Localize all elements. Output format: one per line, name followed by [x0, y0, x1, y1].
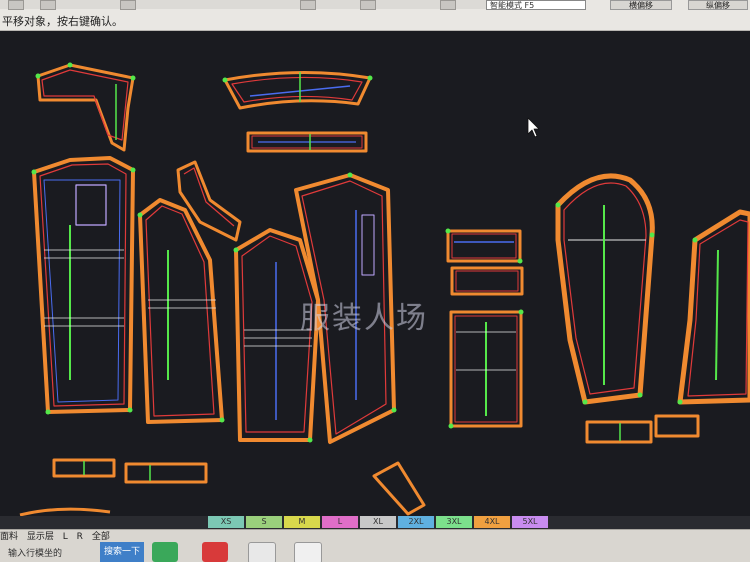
monitor-screen: 平移对象，按右键确认。 智能模式 F5 横偏移 纵偏移 服装人场 XS S M …	[0, 0, 750, 562]
pattern-piece-strip-a	[52, 458, 116, 478]
pattern-piece-sleeve-right	[677, 209, 750, 405]
pattern-piece-collar	[36, 63, 135, 152]
size-chip[interactable]: 5XL	[512, 516, 548, 528]
pattern-piece-front	[32, 156, 135, 414]
tool-icon[interactable]	[120, 0, 136, 10]
bottom-panel: 面料 显示层 L R 全部 输入行模坐的 搜索一下	[0, 529, 750, 562]
pattern-piece-pocket-b	[450, 266, 524, 296]
tab-fabric[interactable]: 面料	[0, 532, 18, 542]
size-chip[interactable]: XL	[360, 516, 396, 528]
watermark: 服装人场	[300, 301, 428, 336]
app-icon[interactable]	[294, 542, 322, 562]
input-prompt[interactable]: 输入行模坐的	[8, 546, 62, 559]
next-button[interactable]: 搜索一下	[100, 542, 144, 562]
toolbar: 平移对象，按右键确认。 智能模式 F5 横偏移 纵偏移	[0, 0, 750, 31]
size-chip[interactable]: 2XL	[398, 516, 434, 528]
tool-icon[interactable]	[40, 0, 56, 10]
app-icon[interactable]	[202, 542, 228, 562]
size-chip[interactable]: M	[284, 516, 320, 528]
pattern-piece-band	[246, 131, 368, 153]
size-chip[interactable]: L	[322, 516, 358, 528]
pattern-piece-waistband	[223, 70, 372, 110]
size-chip[interactable]: S	[246, 516, 282, 528]
pattern-piece-pocket-c	[449, 310, 523, 428]
tool-icon[interactable]	[360, 0, 376, 10]
tool-icon[interactable]	[440, 0, 456, 10]
mode-select[interactable]: 智能模式 F5	[486, 0, 586, 10]
bottom-tabs: 面料 显示层 L R 全部	[0, 530, 116, 544]
pattern-piece-strip-b	[124, 462, 208, 484]
app-icon[interactable]	[248, 542, 276, 562]
pattern-piece-facing	[176, 160, 242, 242]
size-chip[interactable]: 4XL	[474, 516, 510, 528]
pattern-piece-sleeve-left	[555, 173, 655, 405]
mouse-cursor-icon	[527, 117, 540, 138]
pattern-piece-side	[138, 198, 224, 424]
tab-l[interactable]: L	[63, 532, 68, 542]
pattern-piece-cuff	[585, 414, 700, 444]
tool-icon[interactable]	[8, 0, 24, 10]
toolbar-strip	[0, 0, 500, 9]
app-icon[interactable]	[152, 542, 178, 562]
tab-all[interactable]: 全部	[92, 532, 110, 542]
tool-icon[interactable]	[300, 0, 316, 10]
pattern-canvas[interactable]: 服装人场	[0, 31, 750, 516]
size-chip[interactable]: 3XL	[436, 516, 472, 528]
tab-display-layer[interactable]: 显示层	[27, 532, 54, 542]
pattern-drawing	[19, 62, 750, 516]
status-text: 平移对象，按右键确认。	[2, 15, 123, 28]
horizontal-offset-button[interactable]: 横偏移	[610, 0, 672, 10]
size-chip[interactable]: XS	[208, 516, 244, 528]
tab-r[interactable]: R	[77, 532, 83, 542]
pattern-piece-bottom-curve	[19, 461, 426, 516]
pattern-piece-pocket-a	[446, 229, 522, 263]
vertical-offset-button[interactable]: 纵偏移	[688, 0, 748, 10]
